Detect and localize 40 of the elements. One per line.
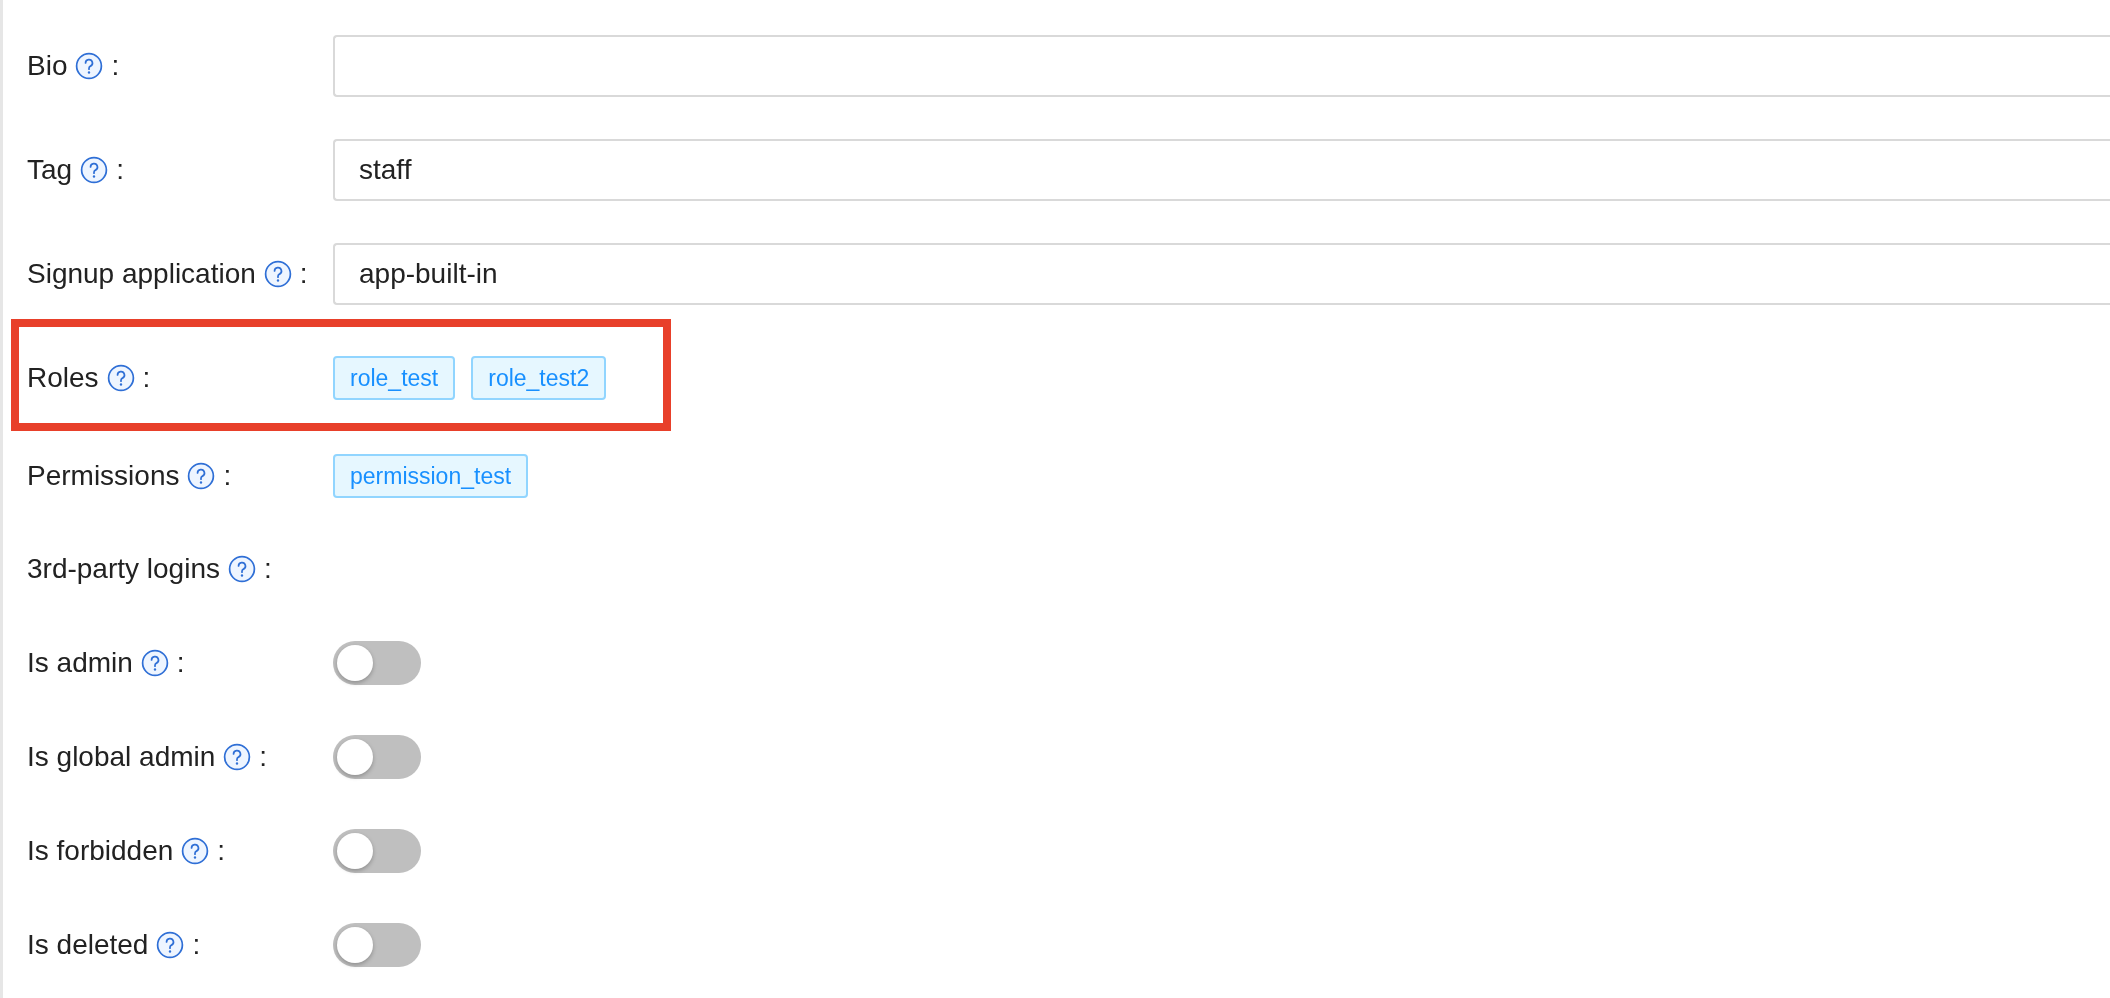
label-colon: : xyxy=(259,740,268,774)
field-label: Is admin xyxy=(27,646,133,680)
role-tag[interactable]: role_test2 xyxy=(471,355,607,401)
field-label: Signup application xyxy=(27,257,256,291)
toggle-switch[interactable] xyxy=(333,829,421,873)
field-label: Is forbidden xyxy=(27,834,174,868)
label-colon: : xyxy=(217,834,226,868)
field-label: Permissions xyxy=(27,459,180,493)
field-label: Roles xyxy=(27,361,99,395)
input-field[interactable]: staff xyxy=(333,139,2110,201)
help-icon[interactable] xyxy=(223,743,252,771)
field-label: Is global admin xyxy=(27,740,216,774)
field-label: Tag xyxy=(27,153,73,187)
label-colon: : xyxy=(264,552,272,586)
permission-tag[interactable]: permission_test xyxy=(333,453,529,499)
label-colon: : xyxy=(176,646,185,680)
help-icon[interactable] xyxy=(228,555,256,583)
role-tag[interactable]: role_test xyxy=(333,355,456,401)
help-icon[interactable] xyxy=(106,364,135,392)
help-icon[interactable] xyxy=(181,837,210,865)
label-colon: : xyxy=(111,49,120,83)
toggle-switch[interactable] xyxy=(333,641,421,685)
label-colon: : xyxy=(116,153,124,187)
label-colon: : xyxy=(142,361,151,395)
help-icon[interactable] xyxy=(156,931,185,959)
toggle-switch[interactable] xyxy=(333,923,421,967)
label-colon: : xyxy=(192,928,201,962)
input-field[interactable]: app-built-in xyxy=(333,243,2110,305)
help-icon[interactable] xyxy=(80,156,109,184)
label-colon: : xyxy=(223,459,232,493)
help-icon[interactable] xyxy=(263,260,292,288)
field-label: 3rd-party logins xyxy=(27,552,220,586)
field-label: Bio xyxy=(27,49,68,83)
help-icon[interactable] xyxy=(140,649,169,677)
label-colon: : xyxy=(299,257,308,291)
help-icon[interactable] xyxy=(75,52,104,80)
field-label: Is deleted xyxy=(27,928,149,962)
input-field[interactable] xyxy=(333,35,2110,97)
help-icon[interactable] xyxy=(187,462,216,490)
toggle-switch[interactable] xyxy=(333,735,421,779)
